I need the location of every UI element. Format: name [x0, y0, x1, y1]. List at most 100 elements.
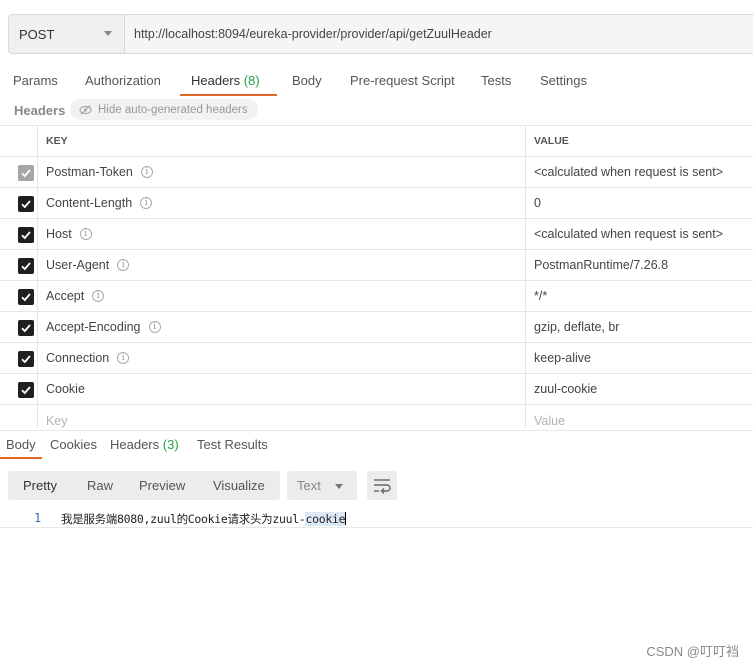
header-row: Accept i */*: [0, 281, 753, 312]
header-key: User-Agent: [46, 258, 110, 272]
checkbox-cell: [0, 405, 38, 428]
tab-label: Headers: [191, 73, 241, 88]
tab-label: Test Results: [197, 437, 268, 452]
url-input[interactable]: http://localhost:8094/eureka-provider/pr…: [125, 15, 753, 53]
header-checkbox[interactable]: [18, 289, 34, 305]
header-value-cell[interactable]: */*: [526, 281, 753, 311]
header-key-cell[interactable]: Postman-Token i: [38, 157, 526, 187]
header-value-cell[interactable]: <calculated when request is sent>: [526, 219, 753, 249]
checkmark-icon: [21, 231, 31, 240]
checkbox-cell: [0, 312, 38, 342]
info-icon[interactable]: i: [117, 259, 130, 271]
view-raw-button[interactable]: Raw: [87, 478, 113, 493]
view-visualize-button[interactable]: Visualize: [213, 478, 265, 493]
header-checkbox[interactable]: [18, 227, 34, 243]
header-value-cell[interactable]: gzip, deflate, br: [526, 312, 753, 342]
response-body[interactable]: 1 我是服务端8080,zuul的Cookie请求头为zuul-cookie: [0, 508, 753, 528]
header-key-cell[interactable]: Connection i: [38, 343, 526, 373]
header-key: Postman-Token: [46, 165, 133, 179]
header-value: */*: [534, 289, 548, 303]
info-icon[interactable]: i: [148, 321, 161, 333]
info-icon[interactable]: i: [140, 166, 153, 178]
info-icon[interactable]: i: [117, 352, 130, 364]
header-checkbox[interactable]: [18, 320, 34, 336]
tab-response-body[interactable]: Body: [6, 437, 36, 452]
header-value: <calculated when request is sent>: [534, 165, 724, 179]
value-column-header: VALUE: [534, 135, 569, 147]
checkbox-column-header: [0, 126, 38, 156]
tab-response-headers[interactable]: Headers (3): [110, 437, 179, 452]
header-row: Accept-Encoding i gzip, deflate, br: [0, 312, 753, 343]
header-key-cell[interactable]: Accept i: [38, 281, 526, 311]
checkmark-icon: [21, 293, 31, 302]
new-header-row: Key Value: [0, 405, 753, 428]
tab-response-cookies[interactable]: Cookies: [50, 437, 97, 452]
eye-slash-icon: [79, 104, 92, 115]
response-text-highlight: cookie: [305, 512, 346, 526]
tab-authorization[interactable]: Authorization: [85, 73, 161, 88]
response-text-main: 我是服务端8080,zuul的Cookie请求头为zuul-: [61, 512, 306, 526]
header-value-cell[interactable]: PostmanRuntime/7.26.8: [526, 250, 753, 280]
header-value-cell[interactable]: <calculated when request is sent>: [526, 157, 753, 187]
header-row: Connection i keep-alive: [0, 343, 753, 374]
url-text: http://localhost:8094/eureka-provider/pr…: [134, 27, 492, 41]
header-value-cell[interactable]: zuul-cookie: [526, 374, 753, 404]
info-icon[interactable]: i: [79, 228, 92, 240]
tab-test-results[interactable]: Test Results: [197, 437, 268, 452]
info-icon[interactable]: i: [92, 290, 105, 302]
response-text: 我是服务端8080,zuul的Cookie请求头为zuul-cookie: [61, 511, 347, 527]
checkbox-cell: [0, 250, 38, 280]
header-key-cell[interactable]: Host i: [38, 219, 526, 249]
wrap-lines-button[interactable]: [367, 471, 397, 500]
header-value: zuul-cookie: [534, 382, 598, 396]
info-icon[interactable]: i: [140, 197, 153, 209]
checkmark-icon: [21, 262, 31, 271]
new-value-input[interactable]: Value: [526, 405, 753, 428]
tab-params[interactable]: Params: [13, 73, 58, 88]
tab-body[interactable]: Body: [292, 73, 322, 88]
header-key-cell[interactable]: Accept-Encoding i: [38, 312, 526, 342]
header-key: Accept-Encoding: [46, 320, 141, 334]
header-row: Host i <calculated when request is sent>: [0, 219, 753, 250]
tab-tests[interactable]: Tests: [481, 73, 511, 88]
text-cursor: [345, 512, 347, 525]
method-label: POST: [19, 26, 55, 42]
active-response-tab-indicator: [0, 457, 42, 459]
header-key-cell[interactable]: User-Agent i: [38, 250, 526, 280]
header-key-cell[interactable]: Content-Length i: [38, 188, 526, 218]
header-key: Host: [46, 227, 72, 241]
header-value-cell[interactable]: keep-alive: [526, 343, 753, 373]
header-checkbox[interactable]: [18, 351, 34, 367]
header-value-cell[interactable]: 0: [526, 188, 753, 218]
header-value: 0: [534, 196, 541, 210]
tab-label: Tests: [481, 73, 512, 88]
tab-label: Body: [292, 73, 322, 88]
hide-auto-headers-toggle[interactable]: Hide auto-generated headers: [70, 99, 258, 120]
header-checkbox[interactable]: [18, 258, 34, 274]
view-preview-button[interactable]: Preview: [139, 478, 185, 493]
line-number: 1: [34, 511, 42, 525]
tab-settings[interactable]: Settings: [540, 73, 587, 88]
header-key: Cookie: [46, 382, 85, 396]
tab-label: Settings: [540, 73, 587, 88]
header-key: Connection: [46, 351, 110, 365]
headers-section-label: Headers: [14, 103, 66, 118]
view-pretty-button[interactable]: Pretty: [23, 478, 57, 493]
header-key-cell[interactable]: Cookie: [38, 374, 526, 404]
method-select[interactable]: POST: [9, 15, 125, 53]
header-checkbox[interactable]: [18, 196, 34, 212]
tab-headers[interactable]: Headers (8): [191, 73, 260, 88]
wrap-lines-icon: [374, 479, 391, 494]
header-checkbox[interactable]: [18, 382, 34, 398]
chevron-down-icon: [335, 484, 343, 489]
format-label: Text: [297, 478, 321, 493]
header-value: keep-alive: [534, 351, 591, 365]
tab-label: Pre-request Script: [350, 73, 455, 88]
tab-count: (8): [243, 73, 260, 88]
new-key-input[interactable]: Key: [38, 405, 526, 428]
tab-count: (3): [162, 437, 179, 452]
tab-pre-request-script[interactable]: Pre-request Script: [350, 73, 455, 88]
headers-table: KEY VALUE Postman-Token i <calculated when…: [0, 125, 753, 428]
header-row: User-Agent i PostmanRuntime/7.26.8: [0, 250, 753, 281]
format-select[interactable]: Text: [287, 471, 357, 500]
